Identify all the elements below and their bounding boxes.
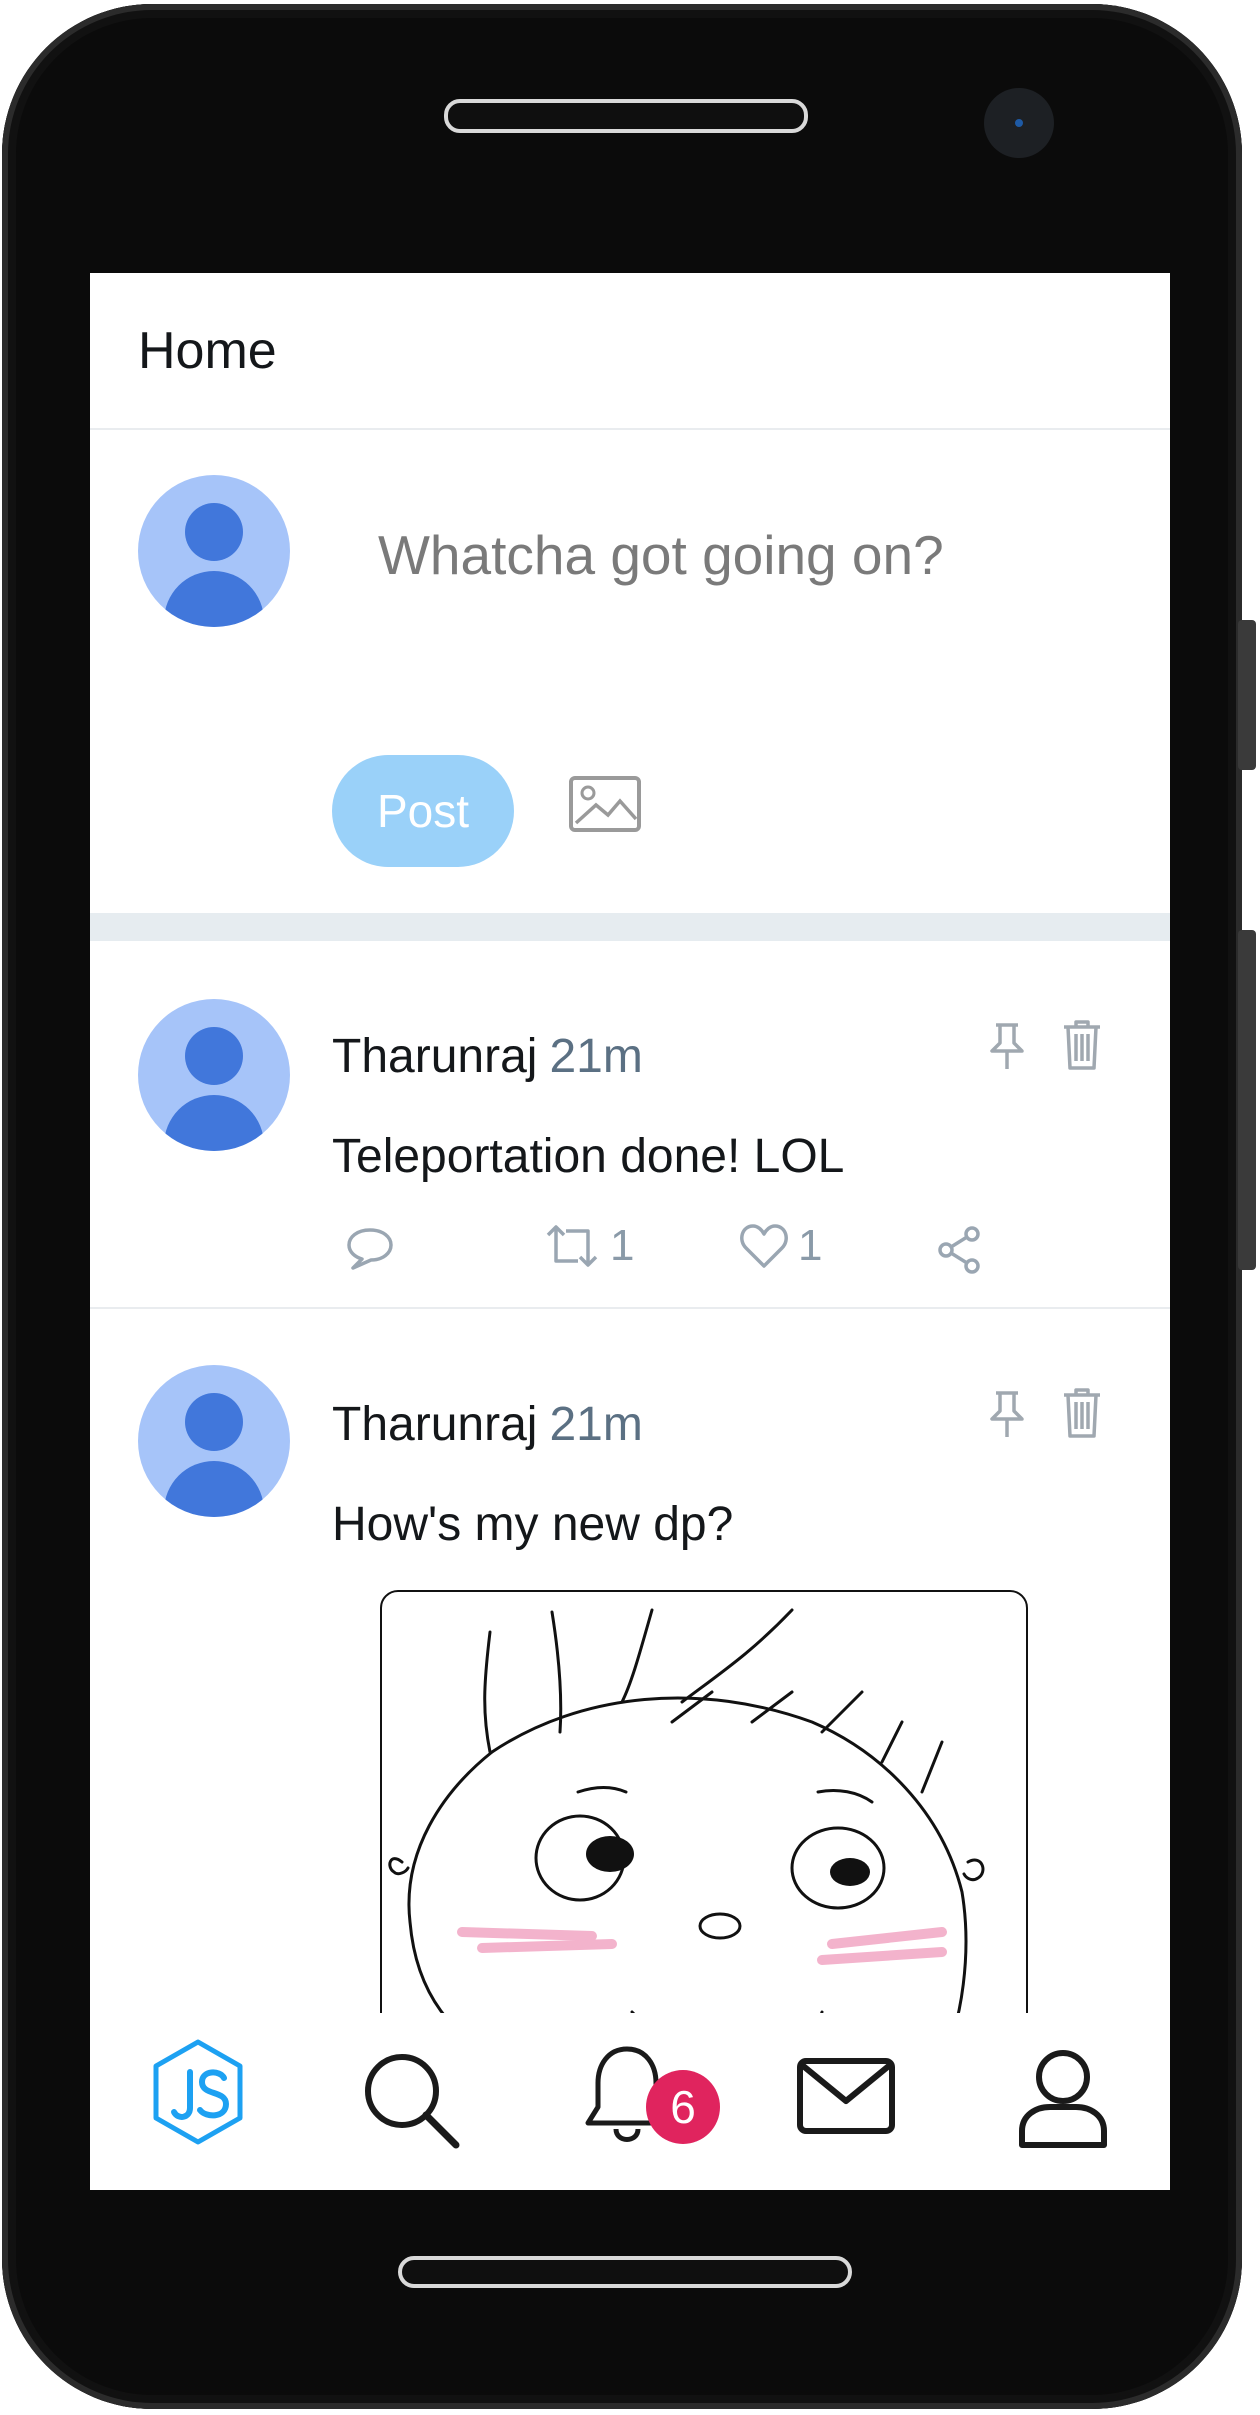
compose-avatar xyxy=(138,475,290,627)
share-button[interactable] xyxy=(936,1225,982,1275)
search-icon[interactable] xyxy=(362,2051,462,2156)
author-avatar[interactable] xyxy=(138,1365,290,1517)
author-line: Tharunraj 21m xyxy=(332,1029,643,1084)
mail-icon[interactable] xyxy=(796,2057,896,2140)
retweet-count: 1 xyxy=(610,1221,635,1270)
like-count: 1 xyxy=(798,1221,823,1270)
post-text: Teleportation done! LOL xyxy=(332,1130,845,1183)
author-avatar[interactable] xyxy=(138,999,290,1151)
reply-button[interactable] xyxy=(345,1226,395,1272)
top-app-bar: Home xyxy=(90,273,1170,430)
js-logo-icon[interactable] xyxy=(150,2038,246,2153)
pin-icon[interactable] xyxy=(986,1021,1028,1071)
trash-icon[interactable] xyxy=(1060,1019,1104,1071)
author-name[interactable]: Tharunraj xyxy=(332,1398,537,1451)
like-button[interactable]: 1 xyxy=(738,1221,822,1271)
share-icon xyxy=(936,1225,982,1275)
user-icon[interactable] xyxy=(1018,2049,1108,2154)
post-time: 21m xyxy=(549,1030,643,1083)
app-screen: Home Post Tharunraj21m xyxy=(90,273,1170,2190)
post-time: 21m xyxy=(549,1398,643,1451)
author-line: Tharunraj 21m xyxy=(332,1397,643,1452)
earpiece-speaker xyxy=(444,99,808,133)
section-divider xyxy=(90,913,1170,941)
author-name[interactable]: Tharunraj xyxy=(332,1030,537,1083)
power-button xyxy=(1238,930,1256,1270)
volume-button xyxy=(1238,620,1256,770)
heart-icon xyxy=(738,1222,790,1270)
post-button[interactable]: Post xyxy=(332,755,514,867)
post-text: How's my new dp? xyxy=(332,1498,734,1551)
front-camera xyxy=(984,88,1054,158)
compose-input[interactable] xyxy=(378,523,1078,587)
page-title: Home xyxy=(138,322,277,380)
bottom-speaker xyxy=(398,2256,852,2288)
trash-icon[interactable] xyxy=(1060,1387,1104,1439)
comment-icon xyxy=(345,1226,395,1272)
image-icon[interactable] xyxy=(568,775,642,833)
phone-frame: Home Post Tharunraj21m xyxy=(0,0,1260,2415)
bottom-nav xyxy=(90,2013,1170,2190)
pin-icon[interactable] xyxy=(986,1389,1028,1439)
retweet-button[interactable]: 1 xyxy=(542,1221,634,1271)
retweet-icon xyxy=(542,1221,602,1271)
notification-badge: 6 xyxy=(646,2070,720,2144)
